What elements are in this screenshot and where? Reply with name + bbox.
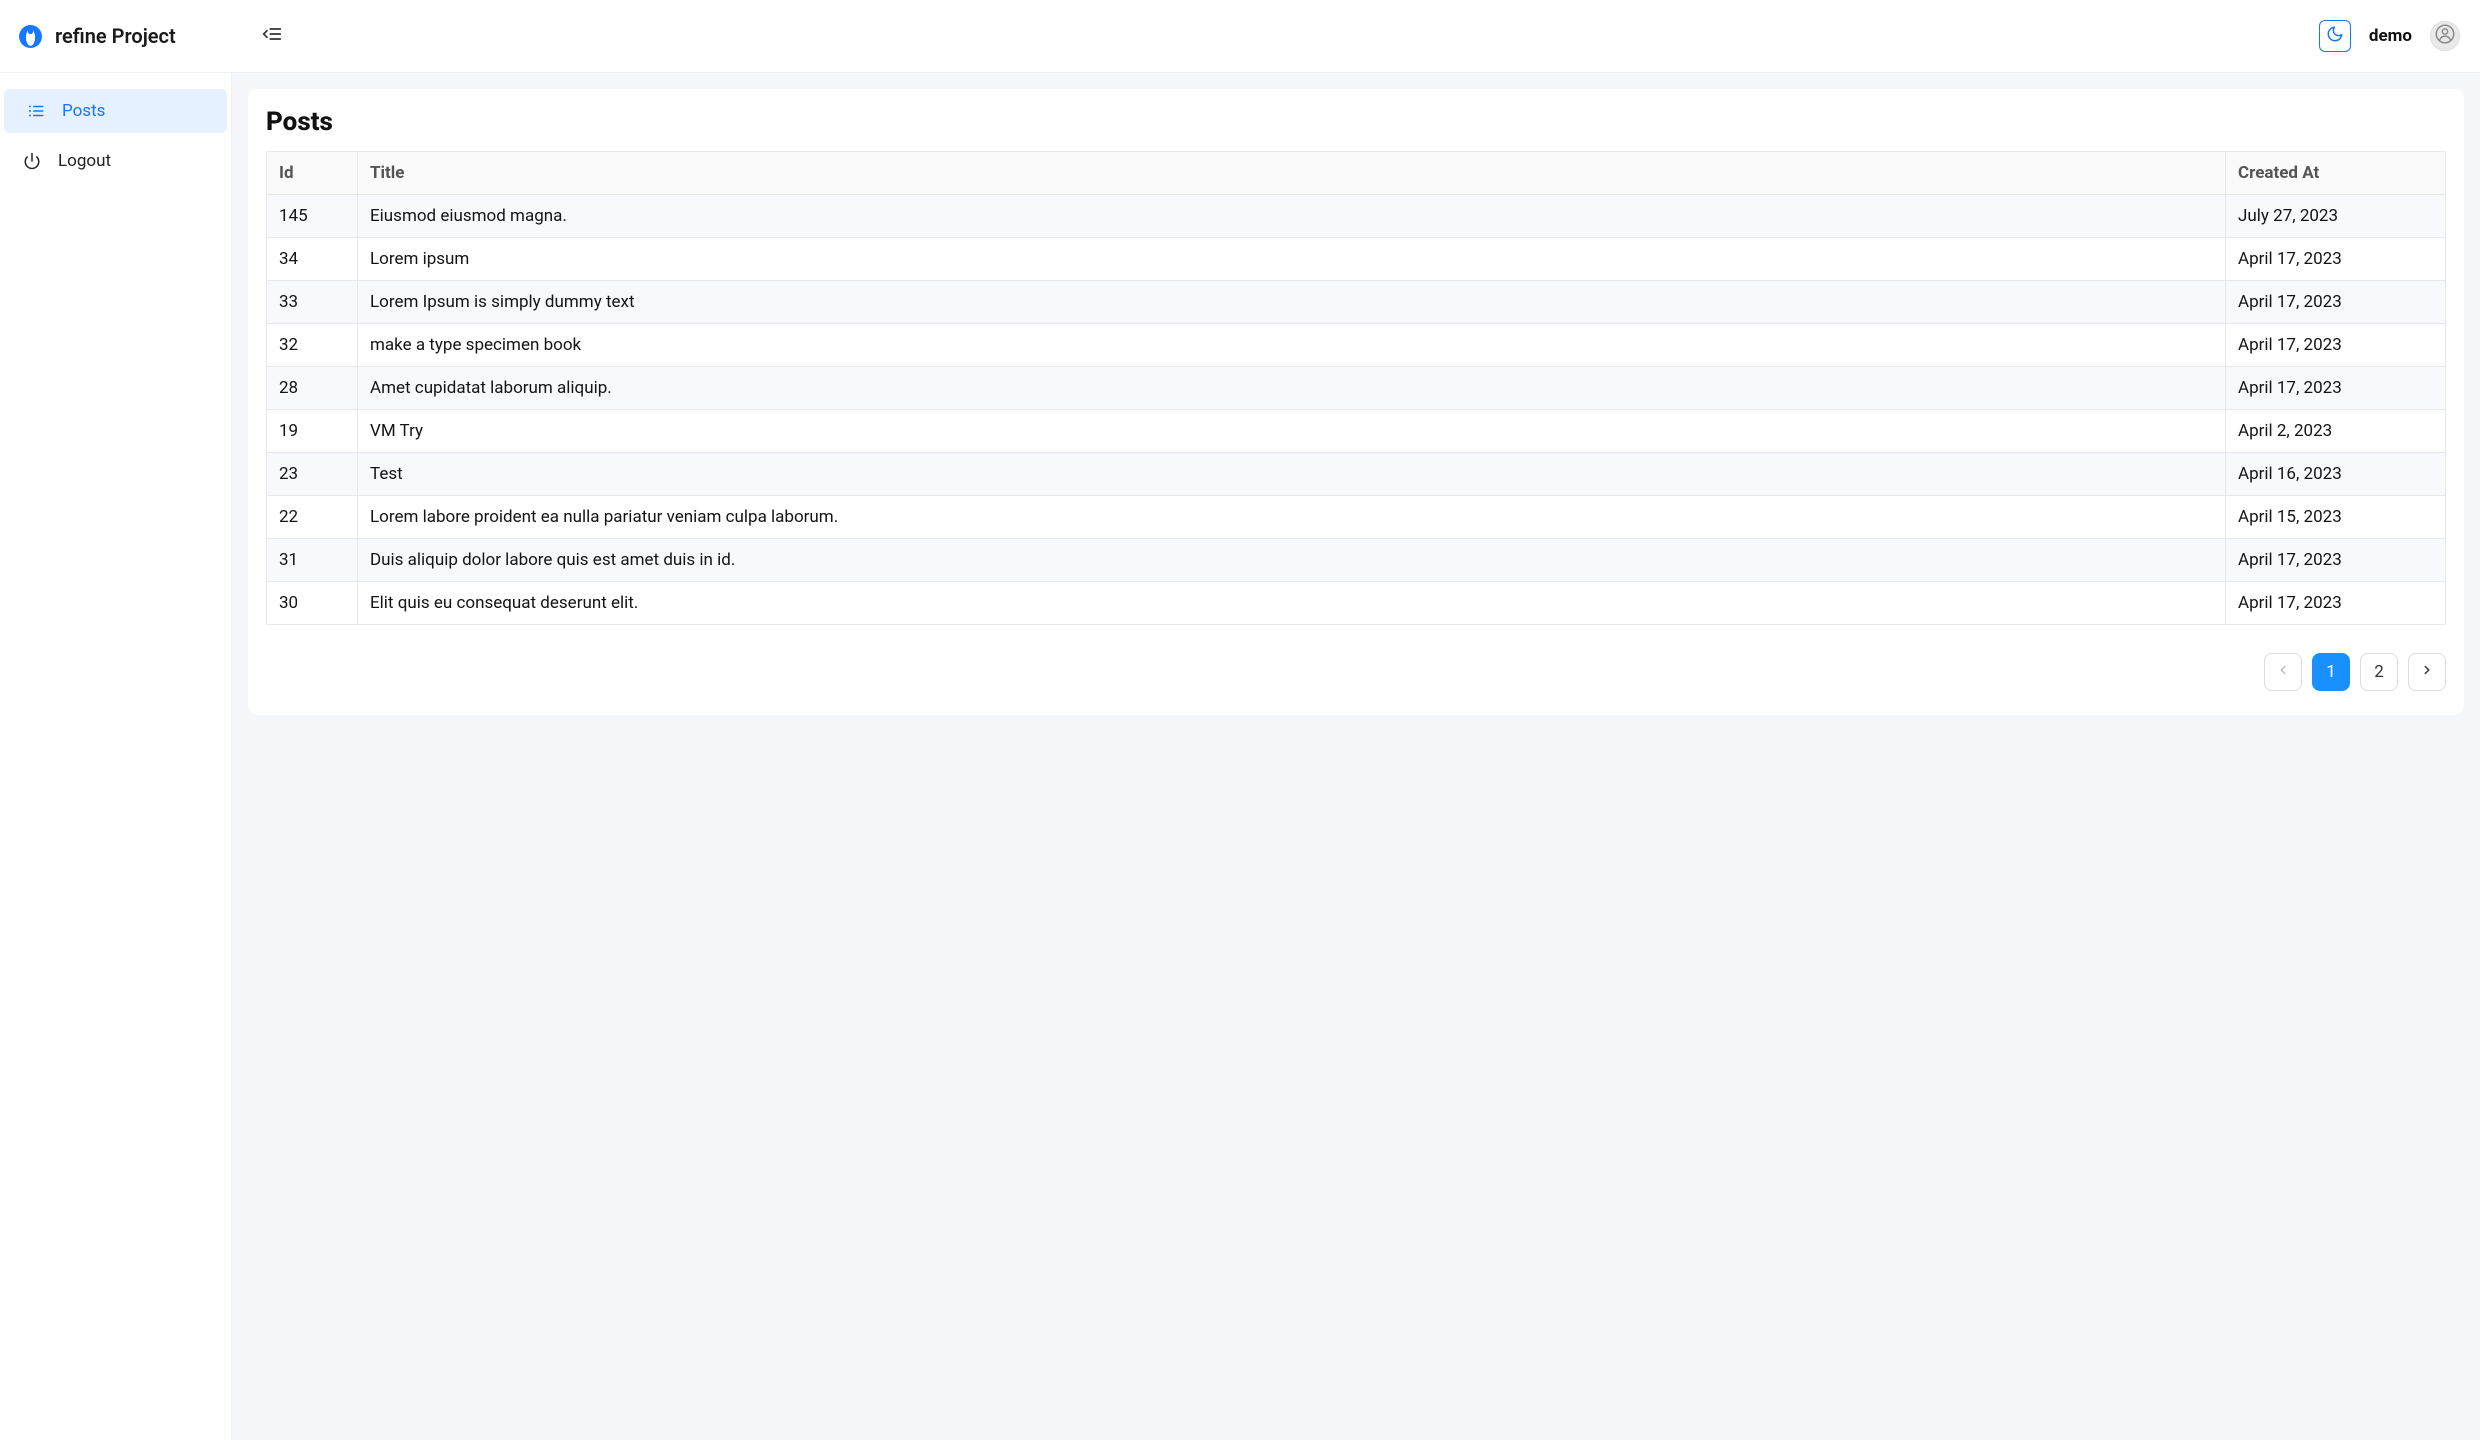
sidebar: Posts Logout bbox=[0, 73, 232, 1440]
user-avatar[interactable] bbox=[2430, 21, 2460, 51]
cell-id: 31 bbox=[267, 539, 357, 582]
cell-title: Lorem Ipsum is simply dummy text bbox=[357, 281, 2225, 324]
user-name: demo bbox=[2369, 26, 2412, 46]
cell-created-at: April 17, 2023 bbox=[2225, 281, 2445, 324]
list-icon bbox=[26, 102, 46, 120]
table-row[interactable]: 34Lorem ipsumApril 17, 2023 bbox=[267, 238, 2445, 281]
cell-created-at: April 2, 2023 bbox=[2225, 410, 2445, 453]
moon-icon bbox=[2326, 25, 2344, 48]
cell-created-at: April 17, 2023 bbox=[2225, 539, 2445, 582]
theme-toggle-button[interactable] bbox=[2319, 20, 2351, 52]
cell-created-at: April 15, 2023 bbox=[2225, 496, 2445, 539]
table-row[interactable]: 23TestApril 16, 2023 bbox=[267, 453, 2445, 496]
table-row[interactable]: 19VM TryApril 2, 2023 bbox=[267, 410, 2445, 453]
cell-id: 30 bbox=[267, 582, 357, 624]
cell-created-at: July 27, 2023 bbox=[2225, 195, 2445, 238]
cell-id: 23 bbox=[267, 453, 357, 496]
cell-created-at: April 17, 2023 bbox=[2225, 324, 2445, 367]
page-title: Posts bbox=[266, 107, 2446, 137]
cell-title: Duis aliquip dolor labore quis est amet … bbox=[357, 539, 2225, 582]
cell-id: 33 bbox=[267, 281, 357, 324]
cell-id: 19 bbox=[267, 410, 357, 453]
pagination-prev-button[interactable] bbox=[2264, 653, 2302, 691]
table-header-title[interactable]: Title bbox=[357, 152, 2225, 195]
sidebar-item-logout[interactable]: Logout bbox=[0, 139, 231, 183]
cell-title: Eiusmod eiusmod magna. bbox=[357, 195, 2225, 238]
cell-id: 34 bbox=[267, 238, 357, 281]
chevron-right-icon bbox=[2420, 662, 2434, 682]
sidebar-collapse-button[interactable] bbox=[256, 20, 288, 52]
cell-title: Amet cupidatat laborum aliquip. bbox=[357, 367, 2225, 410]
pagination-next-button[interactable] bbox=[2408, 653, 2446, 691]
pagination-page-button[interactable]: 2 bbox=[2360, 653, 2398, 691]
pagination-page-button[interactable]: 1 bbox=[2312, 653, 2350, 691]
table-row[interactable]: 33Lorem Ipsum is simply dummy textApril … bbox=[267, 281, 2445, 324]
cell-title: Test bbox=[357, 453, 2225, 496]
brand-logo-icon bbox=[18, 24, 43, 49]
table-header-created-at[interactable]: Created At bbox=[2225, 152, 2445, 195]
table-row[interactable]: 31Duis aliquip dolor labore quis est ame… bbox=[267, 539, 2445, 582]
cell-id: 28 bbox=[267, 367, 357, 410]
sidebar-item-label: Posts bbox=[62, 101, 105, 121]
cell-id: 145 bbox=[267, 195, 357, 238]
brand-title: refine Project bbox=[55, 24, 176, 48]
pagination: 12 bbox=[266, 653, 2446, 691]
cell-title: make a type specimen book bbox=[357, 324, 2225, 367]
cell-title: Lorem ipsum bbox=[357, 238, 2225, 281]
cell-title: Lorem labore proident ea nulla pariatur … bbox=[357, 496, 2225, 539]
topbar: refine Project bbox=[0, 0, 2480, 73]
cell-created-at: April 17, 2023 bbox=[2225, 582, 2445, 624]
table-row[interactable]: 32make a type specimen bookApril 17, 202… bbox=[267, 324, 2445, 367]
sidebar-item-label: Logout bbox=[58, 151, 111, 171]
cell-title: VM Try bbox=[357, 410, 2225, 453]
cell-id: 22 bbox=[267, 496, 357, 539]
sidebar-item-posts[interactable]: Posts bbox=[4, 89, 227, 133]
user-icon bbox=[2435, 24, 2455, 49]
table-header-id[interactable]: Id bbox=[267, 152, 357, 195]
table-row[interactable]: 30Elit quis eu consequat deserunt elit.A… bbox=[267, 582, 2445, 624]
card-posts: Posts Id Title Created At 145Eiusmod eiu… bbox=[248, 89, 2464, 715]
cell-created-at: April 17, 2023 bbox=[2225, 238, 2445, 281]
chevron-left-icon bbox=[2276, 662, 2290, 682]
cell-title: Elit quis eu consequat deserunt elit. bbox=[357, 582, 2225, 624]
collapse-icon bbox=[262, 24, 282, 49]
power-icon bbox=[22, 152, 42, 170]
cell-created-at: April 17, 2023 bbox=[2225, 367, 2445, 410]
brand[interactable]: refine Project bbox=[0, 24, 232, 49]
posts-table: Id Title Created At 145Eiusmod eiusmod m… bbox=[266, 151, 2446, 625]
cell-id: 32 bbox=[267, 324, 357, 367]
content: Posts Id Title Created At 145Eiusmod eiu… bbox=[232, 73, 2480, 1440]
table-row[interactable]: 28Amet cupidatat laborum aliquip.April 1… bbox=[267, 367, 2445, 410]
table-row[interactable]: 145Eiusmod eiusmod magna.July 27, 2023 bbox=[267, 195, 2445, 238]
cell-created-at: April 16, 2023 bbox=[2225, 453, 2445, 496]
table-row[interactable]: 22Lorem labore proident ea nulla pariatu… bbox=[267, 496, 2445, 539]
